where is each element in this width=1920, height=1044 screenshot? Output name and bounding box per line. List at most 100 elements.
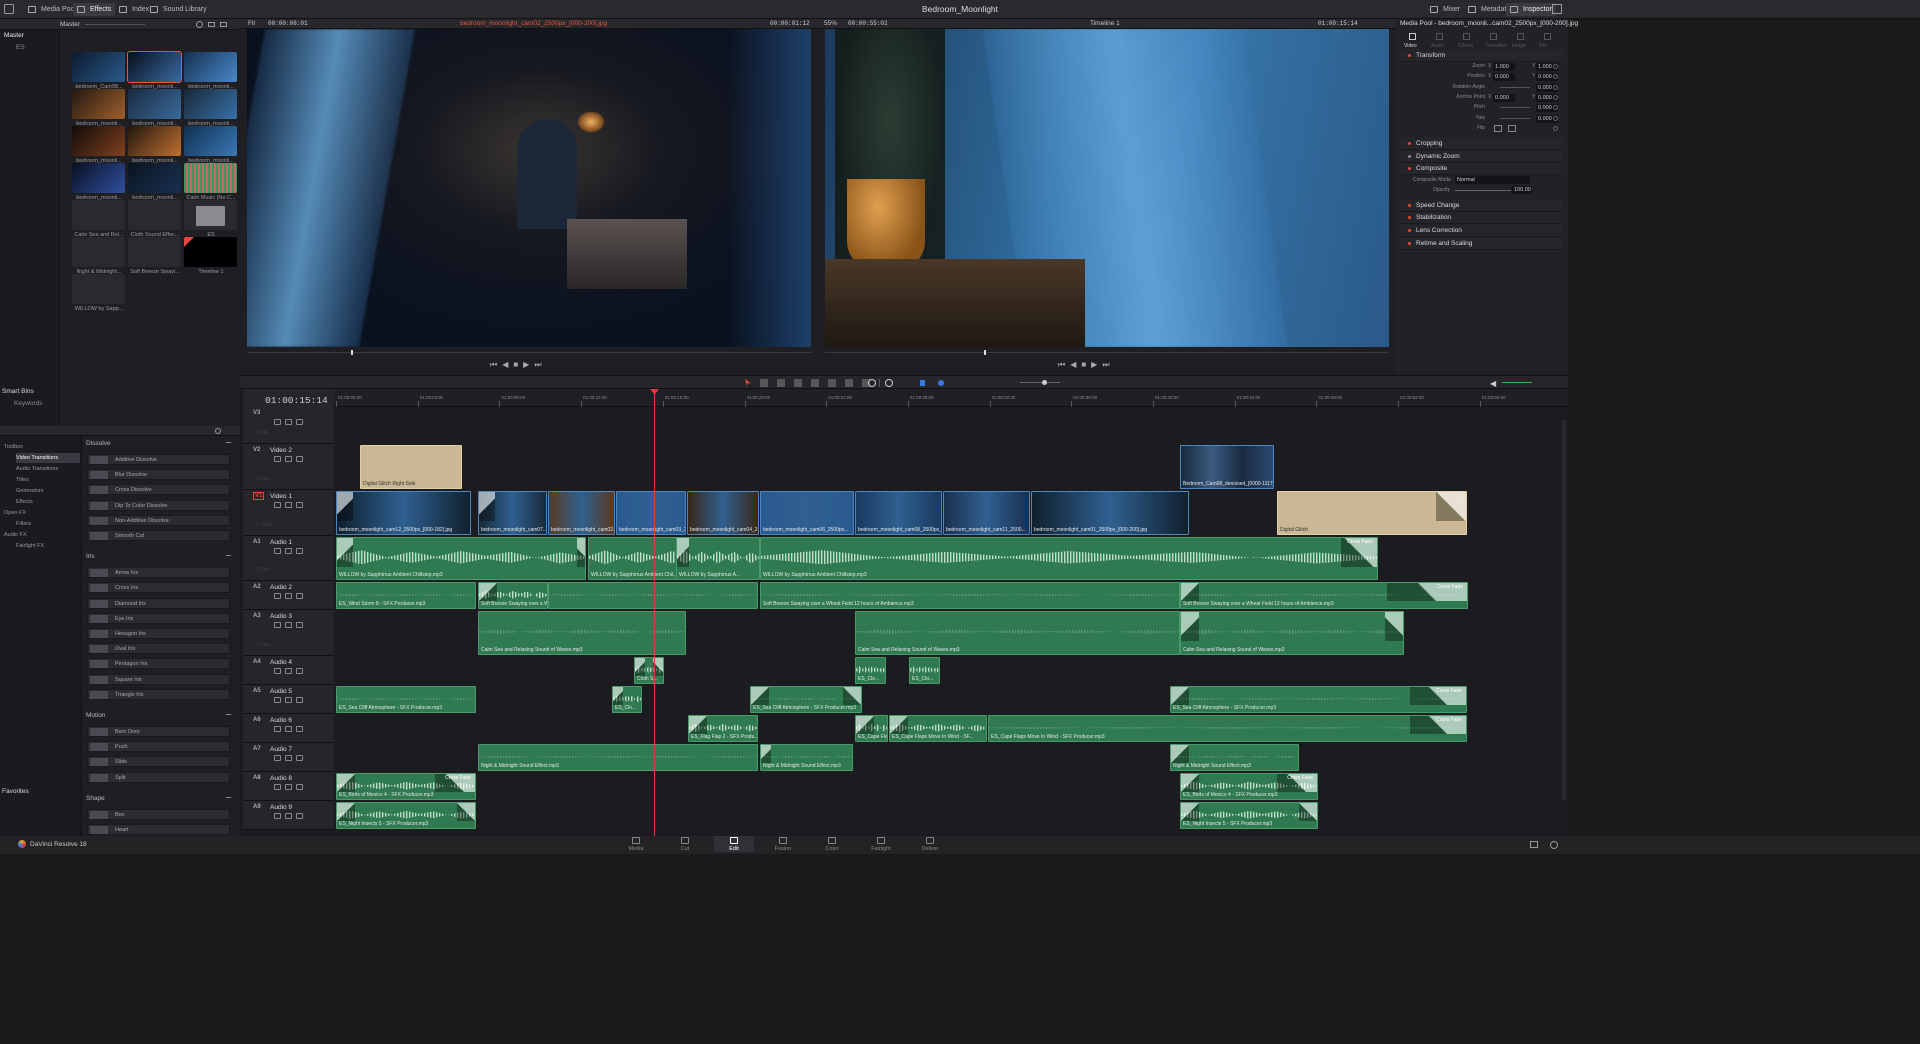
effect-item[interactable]: Triangle Iris <box>87 688 230 700</box>
enable-dot-icon[interactable] <box>1408 142 1411 145</box>
effect-item[interactable]: Oval Iris <box>87 643 230 655</box>
film-icon[interactable] <box>296 419 303 425</box>
fade-handle-icon[interactable] <box>1181 583 1199 601</box>
transform-x-field[interactable]: 1.000 <box>1493 63 1515 71</box>
media-clip-thumbnail[interactable] <box>72 52 125 82</box>
lock-icon[interactable] <box>274 726 281 732</box>
effect-item[interactable]: Diamond Iris <box>87 597 230 609</box>
section-cropping[interactable]: Cropping <box>1400 138 1562 150</box>
lock-icon[interactable] <box>274 622 281 628</box>
search-icon[interactable] <box>196 21 203 28</box>
effect-item[interactable]: Eye Iris <box>87 612 230 624</box>
audio-clip[interactable]: Calm Sea and Relaxing Sound of Waves.mp3 <box>1180 611 1404 655</box>
timeline-zoom-slider[interactable] <box>1020 382 1060 383</box>
transform-slider[interactable] <box>1500 86 1530 88</box>
audio-clip[interactable] <box>548 582 758 609</box>
track-name[interactable]: Audio 3 <box>270 613 292 620</box>
track-name[interactable]: Audio 7 <box>270 746 292 753</box>
enable-dot-icon[interactable] <box>1408 167 1411 170</box>
audio-clip[interactable]: Cross Fade Soft Breeze Swaying over a Whe… <box>1180 582 1468 609</box>
fade-handle-icon[interactable] <box>479 492 495 522</box>
fade-handle-icon[interactable] <box>856 716 874 734</box>
effect-item[interactable]: Additive Dissolve <box>87 454 230 465</box>
track-id[interactable]: A5 <box>253 688 261 694</box>
reset-icon[interactable] <box>1553 115 1558 121</box>
track-id[interactable]: A1 <box>253 539 261 545</box>
collapse-icon[interactable] <box>226 442 231 445</box>
audio-clip[interactable]: WILLOW by Sapphirrus Ambient Chillstep.m… <box>336 537 586 580</box>
media-clip-thumbnail[interactable] <box>72 274 125 304</box>
audio-clip[interactable]: Cross Fade ES_Birds of Mexico 4 - SFX Pro… <box>336 773 476 800</box>
effects-tree-item[interactable]: Fairlight FX <box>16 541 80 551</box>
video-clip[interactable]: bedroom_moonlight_cam02... <box>548 491 615 535</box>
timeline-viewer-playhead[interactable] <box>984 350 986 355</box>
audio-clip[interactable]: Night & Midnight Sound Effect.mp3 <box>478 744 758 771</box>
track-header-a6[interactable]: A6 Audio 6 <box>243 714 334 743</box>
audio-clip[interactable]: ES_Cape Flap... <box>855 715 888 742</box>
search-icon[interactable] <box>215 428 221 434</box>
video-clip[interactable]: bedroom_moonlight_cam06_2500px... <box>760 491 854 535</box>
video-clip[interactable]: bedroom_moonlight_cam07... <box>478 491 547 535</box>
section-composite[interactable]: Composite <box>1400 163 1562 175</box>
audio-clip[interactable]: Cloth S... <box>634 657 664 684</box>
effects-tree-item[interactable]: Open FX <box>4 508 80 518</box>
timeline-current-timecode[interactable]: 01:00:15:14 <box>265 395 328 406</box>
page-fusion[interactable]: Fusion <box>763 836 803 852</box>
fade-handle-icon[interactable] <box>1436 492 1466 522</box>
inspector-tab-video[interactable]: Video <box>1404 43 1417 49</box>
fade-handle-icon[interactable] <box>337 538 353 567</box>
effects-tree-item[interactable]: Effects <box>16 497 80 507</box>
lock-icon[interactable] <box>274 548 281 554</box>
timeline-ruler[interactable]: 01:00:00:00 01:00:04:00 01:00:08:00 01:00:1… <box>334 389 1568 407</box>
enable-dot-icon[interactable] <box>1408 216 1411 219</box>
film-icon[interactable] <box>296 502 303 508</box>
fade-handle-icon[interactable] <box>613 687 623 705</box>
lock-icon[interactable] <box>274 755 281 761</box>
solo-icon[interactable] <box>296 668 303 674</box>
track-id[interactable]: A3 <box>253 613 261 619</box>
effect-item[interactable]: Heart <box>87 824 230 835</box>
collapse-icon[interactable] <box>226 796 231 800</box>
audio-clip[interactable]: Night & Midnight Sound Effect.mp3 <box>1170 744 1299 771</box>
effect-item[interactable]: Hexagon Iris <box>87 628 230 639</box>
monitor-icon[interactable] <box>285 502 292 508</box>
collapse-icon[interactable] <box>226 714 231 717</box>
page-cut[interactable]: Cut <box>665 836 705 852</box>
lock-icon[interactable] <box>274 697 281 703</box>
playhead-line[interactable] <box>654 389 655 836</box>
timeline-transport-controls[interactable]: ⏮◀■▶⏭ <box>1058 360 1138 370</box>
track-id[interactable]: A7 <box>253 746 261 752</box>
timeline-zoom-dropdown[interactable]: 55% <box>824 20 837 27</box>
effect-item[interactable]: Cross Iris <box>87 582 230 594</box>
fade-handle-icon[interactable] <box>635 658 645 676</box>
reset-icon[interactable] <box>1553 125 1558 131</box>
lock-icon[interactable] <box>274 813 281 819</box>
media-clip-thumbnail[interactable] <box>128 89 181 119</box>
speaker-icon[interactable]: ◀ <box>1490 379 1498 388</box>
mixer-button[interactable]: Mixer <box>1426 3 1464 16</box>
transform-slider[interactable] <box>1500 107 1530 109</box>
effects-tree-item[interactable]: Audio Transitions <box>16 464 80 474</box>
track-id[interactable]: A8 <box>253 775 261 781</box>
section-retime-and-scaling[interactable]: Retime and Scaling <box>1400 238 1562 250</box>
section-transform[interactable]: Transform <box>1400 50 1562 62</box>
monitor-icon[interactable] <box>285 697 292 703</box>
monitor-icon[interactable] <box>285 755 292 761</box>
effects-tree-item[interactable]: Generators <box>16 486 80 496</box>
video-clip[interactable]: bedroom_moonlight_cam11_2500... <box>943 491 1030 535</box>
monitor-icon[interactable] <box>285 622 292 628</box>
reset-icon[interactable] <box>1553 64 1558 69</box>
audio-clip[interactable]: Calm Sea and Relaxing Sound of Waves.mp3 <box>855 611 1180 655</box>
fade-handle-icon[interactable] <box>890 716 908 734</box>
track-name[interactable]: Audio 9 <box>270 804 292 811</box>
section-speed-change[interactable]: Speed Change <box>1400 200 1562 212</box>
lock-icon[interactable] <box>274 784 281 790</box>
page-media[interactable]: Media <box>616 836 656 852</box>
opacity-field[interactable]: 100.00 <box>1512 186 1532 194</box>
solo-icon[interactable] <box>296 622 303 628</box>
source-fit-dropdown[interactable]: Fit <box>248 20 255 27</box>
inspector-tab-file[interactable]: File <box>1539 43 1547 49</box>
track-header-v1[interactable]: V1 Video 1 11 Clips <box>243 490 334 536</box>
audio-clip[interactable]: ES_Clo... <box>612 686 642 713</box>
enable-dot-icon[interactable] <box>1408 204 1411 207</box>
